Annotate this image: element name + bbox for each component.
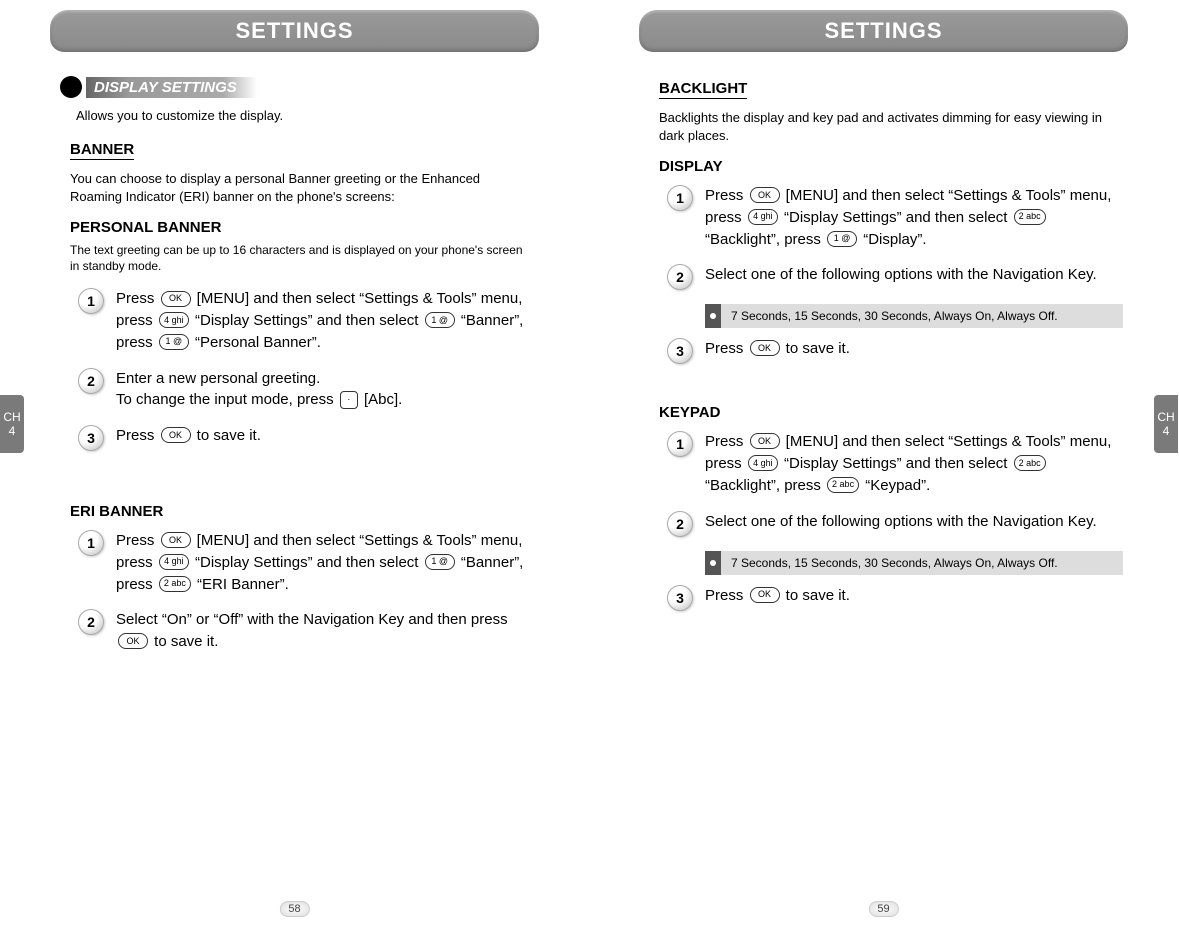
step-text: Press OK to save it. xyxy=(705,338,1123,360)
step-text: Press OK [MENU] and then select “Setting… xyxy=(705,431,1123,496)
page-number: 59 xyxy=(868,901,898,917)
step-number: 2 xyxy=(667,264,693,290)
step: 3 Press OK to save it. xyxy=(667,585,1123,611)
note-row: 7 Seconds, 15 Seconds, 30 Seconds, Alway… xyxy=(705,304,1123,328)
step-number: 2 xyxy=(78,368,104,394)
chapter-number: 4 xyxy=(9,424,16,438)
step-text: Press OK to save it. xyxy=(705,585,1123,607)
step-number: 1 xyxy=(667,185,693,211)
step-text: Enter a new personal greeting.To change … xyxy=(116,368,534,412)
key-icon: 1 @ xyxy=(159,334,189,350)
key-icon: 2 abc xyxy=(1014,209,1046,225)
key-icon: OK xyxy=(161,291,191,307)
key-icon: OK xyxy=(118,633,148,649)
chapter-label: CH xyxy=(1157,410,1174,424)
display-title: DISPLAY xyxy=(659,158,1123,175)
step-number: 3 xyxy=(667,338,693,364)
key-icon: 1 @ xyxy=(425,554,455,570)
banner-title: BANNER xyxy=(70,141,134,160)
key-icon: 4 ghi xyxy=(748,455,778,471)
chapter-number: 4 xyxy=(1163,424,1170,438)
step: 2 Select one of the following options wit… xyxy=(667,264,1123,290)
step-number: 3 xyxy=(667,585,693,611)
note-row: 7 Seconds, 15 Seconds, 30 Seconds, Alway… xyxy=(705,551,1123,575)
step-text: Press OK [MENU] and then select “Setting… xyxy=(116,288,534,353)
chapter-label: CH xyxy=(3,410,20,424)
step: 1 Press OK [MENU] and then select “Settin… xyxy=(667,431,1123,496)
step-number: 1 xyxy=(78,288,104,314)
header-title: SETTINGS xyxy=(824,18,942,44)
step: 2 Select “On” or “Off” with the Navigatio… xyxy=(78,609,534,653)
key-icon: OK xyxy=(750,187,780,203)
personal-banner-desc: The text greeting can be up to 16 charac… xyxy=(70,242,534,274)
chapter-tab: CH 4 xyxy=(1154,395,1178,453)
key-icon: OK xyxy=(750,340,780,356)
step-text: Press OK [MENU] and then select “Setting… xyxy=(705,185,1123,250)
content-left: DISPLAY SETTINGS Allows you to customize… xyxy=(0,52,589,653)
bullet-icon xyxy=(705,304,721,328)
header-tab: SETTINGS xyxy=(639,10,1128,52)
backlight-title: BACKLIGHT xyxy=(659,80,747,99)
page-number: 58 xyxy=(279,901,309,917)
section-intro: Allows you to customize the display. xyxy=(76,108,534,123)
personal-banner-title: PERSONAL BANNER xyxy=(70,219,534,236)
step-text: Select one of the following options with… xyxy=(705,264,1123,286)
key-icon: 2 abc xyxy=(159,576,191,592)
key-icon: 2 abc xyxy=(1014,455,1046,471)
step-number: 2 xyxy=(667,511,693,537)
key-icon: OK xyxy=(161,532,191,548)
key-icon: 1 @ xyxy=(827,231,857,247)
backlight-desc: Backlights the display and key pad and a… xyxy=(659,109,1123,144)
key-icon: OK xyxy=(750,587,780,603)
step-text: Select one of the following options with… xyxy=(705,511,1123,533)
key-icon: 2 abc xyxy=(827,477,859,493)
note-text: 7 Seconds, 15 Seconds, 30 Seconds, Alway… xyxy=(721,551,1123,575)
step: 3 Press OK to save it. xyxy=(667,338,1123,364)
step: 1 Press OK [MENU] and then select “Settin… xyxy=(667,185,1123,250)
key-icon: OK xyxy=(750,433,780,449)
keypad-title: KEYPAD xyxy=(659,404,1123,421)
step-number: 3 xyxy=(78,425,104,451)
step-number: 1 xyxy=(667,431,693,457)
section-tag: DISPLAY SETTINGS xyxy=(60,76,534,98)
step: 2 Enter a new personal greeting.To change… xyxy=(78,368,534,412)
section-dot-icon xyxy=(60,76,82,98)
header-title: SETTINGS xyxy=(235,18,353,44)
banner-desc: You can choose to display a personal Ban… xyxy=(70,170,534,205)
step: 1 Press OK [MENU] and then select “Settin… xyxy=(78,288,534,353)
page-left: SETTINGS DISPLAY SETTINGS Allows you to … xyxy=(0,0,589,935)
step-text: Select “On” or “Off” with the Navigation… xyxy=(116,609,534,653)
eri-banner-title: ERI BANNER xyxy=(70,503,534,520)
page-right: SETTINGS BACKLIGHT Backlights the displa… xyxy=(589,0,1178,935)
content-right: BACKLIGHT Backlights the display and key… xyxy=(589,52,1178,611)
step-text: Press OK to save it. xyxy=(116,425,534,447)
step-number: 1 xyxy=(78,530,104,556)
bullet-icon xyxy=(705,551,721,575)
step: 3 Press OK to save it. xyxy=(78,425,534,451)
step: 1 Press OK [MENU] and then select “Settin… xyxy=(78,530,534,595)
key-icon: 4 ghi xyxy=(748,209,778,225)
key-icon: 4 ghi xyxy=(159,312,189,328)
key-icon: OK xyxy=(161,427,191,443)
note-text: 7 Seconds, 15 Seconds, 30 Seconds, Alway… xyxy=(721,304,1123,328)
step-text: Press OK [MENU] and then select “Setting… xyxy=(116,530,534,595)
key-icon: 4 ghi xyxy=(159,554,189,570)
key-icon: · xyxy=(340,391,358,409)
header-tab: SETTINGS xyxy=(50,10,539,52)
chapter-tab: CH 4 xyxy=(0,395,24,453)
step-number: 2 xyxy=(78,609,104,635)
step: 2 Select one of the following options wit… xyxy=(667,511,1123,537)
key-icon: 1 @ xyxy=(425,312,455,328)
section-label: DISPLAY SETTINGS xyxy=(86,77,257,98)
